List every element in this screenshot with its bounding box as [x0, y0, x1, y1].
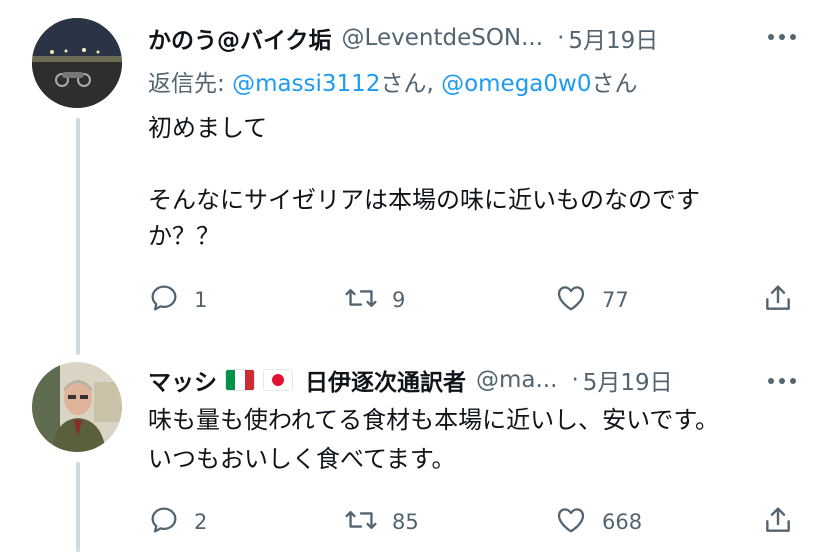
retweet-icon [344, 504, 378, 541]
tweet-text-line: 味も量も使われてる食材も本場に近いし、安いです。 [148, 406, 719, 434]
retweet-count: 85 [392, 510, 419, 534]
tweet-text-line: いつもおいしく食べてます。 [148, 445, 456, 473]
retweet-count: 9 [392, 288, 406, 312]
tweet-header: マッシ 日伊逐次通訳者 @ma... · 5月19日 [148, 362, 673, 398]
display-name-suffix[interactable]: 日伊逐次通訳者 [305, 363, 466, 397]
retweet-button[interactable]: 9 [344, 280, 405, 320]
separator: · [571, 367, 579, 393]
display-name[interactable]: マッシ [148, 363, 217, 397]
mention-link[interactable]: @omega0w0 [441, 71, 591, 97]
reply-icon [148, 504, 180, 541]
display-name[interactable]: かのう@バイク垢 [148, 21, 332, 55]
avatar[interactable] [32, 18, 122, 108]
share-button[interactable] [762, 280, 794, 320]
like-icon [554, 504, 588, 541]
tweet-text-line: そんなにサイゼリアは本場の味に近いものなのです [148, 186, 700, 214]
retweet-icon [344, 282, 378, 319]
separator: · [557, 25, 565, 51]
retweet-button[interactable]: 85 [344, 502, 419, 542]
reply-button[interactable]: 1 [148, 280, 207, 320]
thread-line [76, 462, 80, 552]
like-button[interactable]: 668 [554, 502, 642, 542]
more-icon[interactable] [764, 366, 800, 396]
tweet-header: かのう@バイク垢 @LeventdeSON... · 5月19日 [148, 20, 658, 56]
reply-suffix: さん [591, 71, 638, 97]
share-icon [762, 282, 794, 319]
reply-count: 2 [194, 510, 208, 534]
thread-line [76, 118, 80, 355]
reply-suffix: さん, [380, 71, 442, 97]
italy-flag-icon [225, 369, 255, 391]
reply-count: 1 [194, 288, 208, 312]
mention-link[interactable]: @massi3112 [232, 71, 380, 97]
like-count: 668 [602, 510, 643, 534]
like-icon [554, 282, 588, 319]
japan-flag-icon [263, 369, 293, 391]
like-count: 77 [602, 288, 629, 312]
more-icon[interactable] [764, 22, 800, 52]
user-handle[interactable]: @ma... [476, 367, 557, 393]
reply-icon [148, 282, 180, 319]
timestamp[interactable]: 5月19日 [568, 21, 658, 55]
share-icon [762, 504, 794, 541]
tweet-text-line: 初めまして [148, 114, 268, 142]
tweet-text-line: か？？ [148, 222, 220, 250]
reply-button[interactable]: 2 [148, 502, 207, 542]
share-button[interactable] [762, 502, 794, 542]
timestamp[interactable]: 5月19日 [583, 363, 673, 397]
like-button[interactable]: 77 [554, 280, 629, 320]
user-handle[interactable]: @LeventdeSON... [342, 25, 544, 51]
reply-context: 返信先: @massi3112さん, @omega0w0さん [148, 64, 637, 98]
avatar[interactable] [32, 362, 122, 452]
reply-prefix: 返信先: [148, 71, 233, 97]
